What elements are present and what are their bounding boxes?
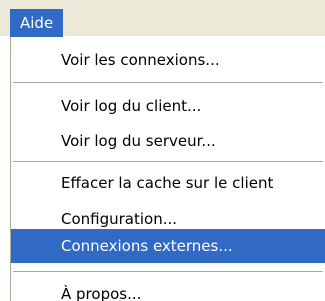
menu-bar: Aide — [0, 0, 325, 37]
menu-item-effacer-cache[interactable]: Effacer la cache sur le client — [11, 166, 325, 200]
aide-dropdown-menu: Voir les connexions... Voir log du clien… — [10, 37, 325, 301]
menu-aide[interactable]: Aide — [10, 9, 64, 37]
menu-item-connexions-externes[interactable]: Connexions externes... — [11, 229, 325, 263]
menu-item-voir-log-client[interactable]: Voir log du client... — [11, 89, 325, 123]
menu-item-a-propos[interactable]: À propos... — [11, 277, 325, 301]
menu-item-voir-log-serveur[interactable]: Voir log du serveur... — [11, 124, 325, 158]
menu-separator — [13, 271, 323, 272]
menu-item-voir-connexions[interactable]: Voir les connexions... — [11, 43, 325, 77]
menu-separator — [13, 161, 323, 162]
menu-separator — [13, 82, 323, 83]
